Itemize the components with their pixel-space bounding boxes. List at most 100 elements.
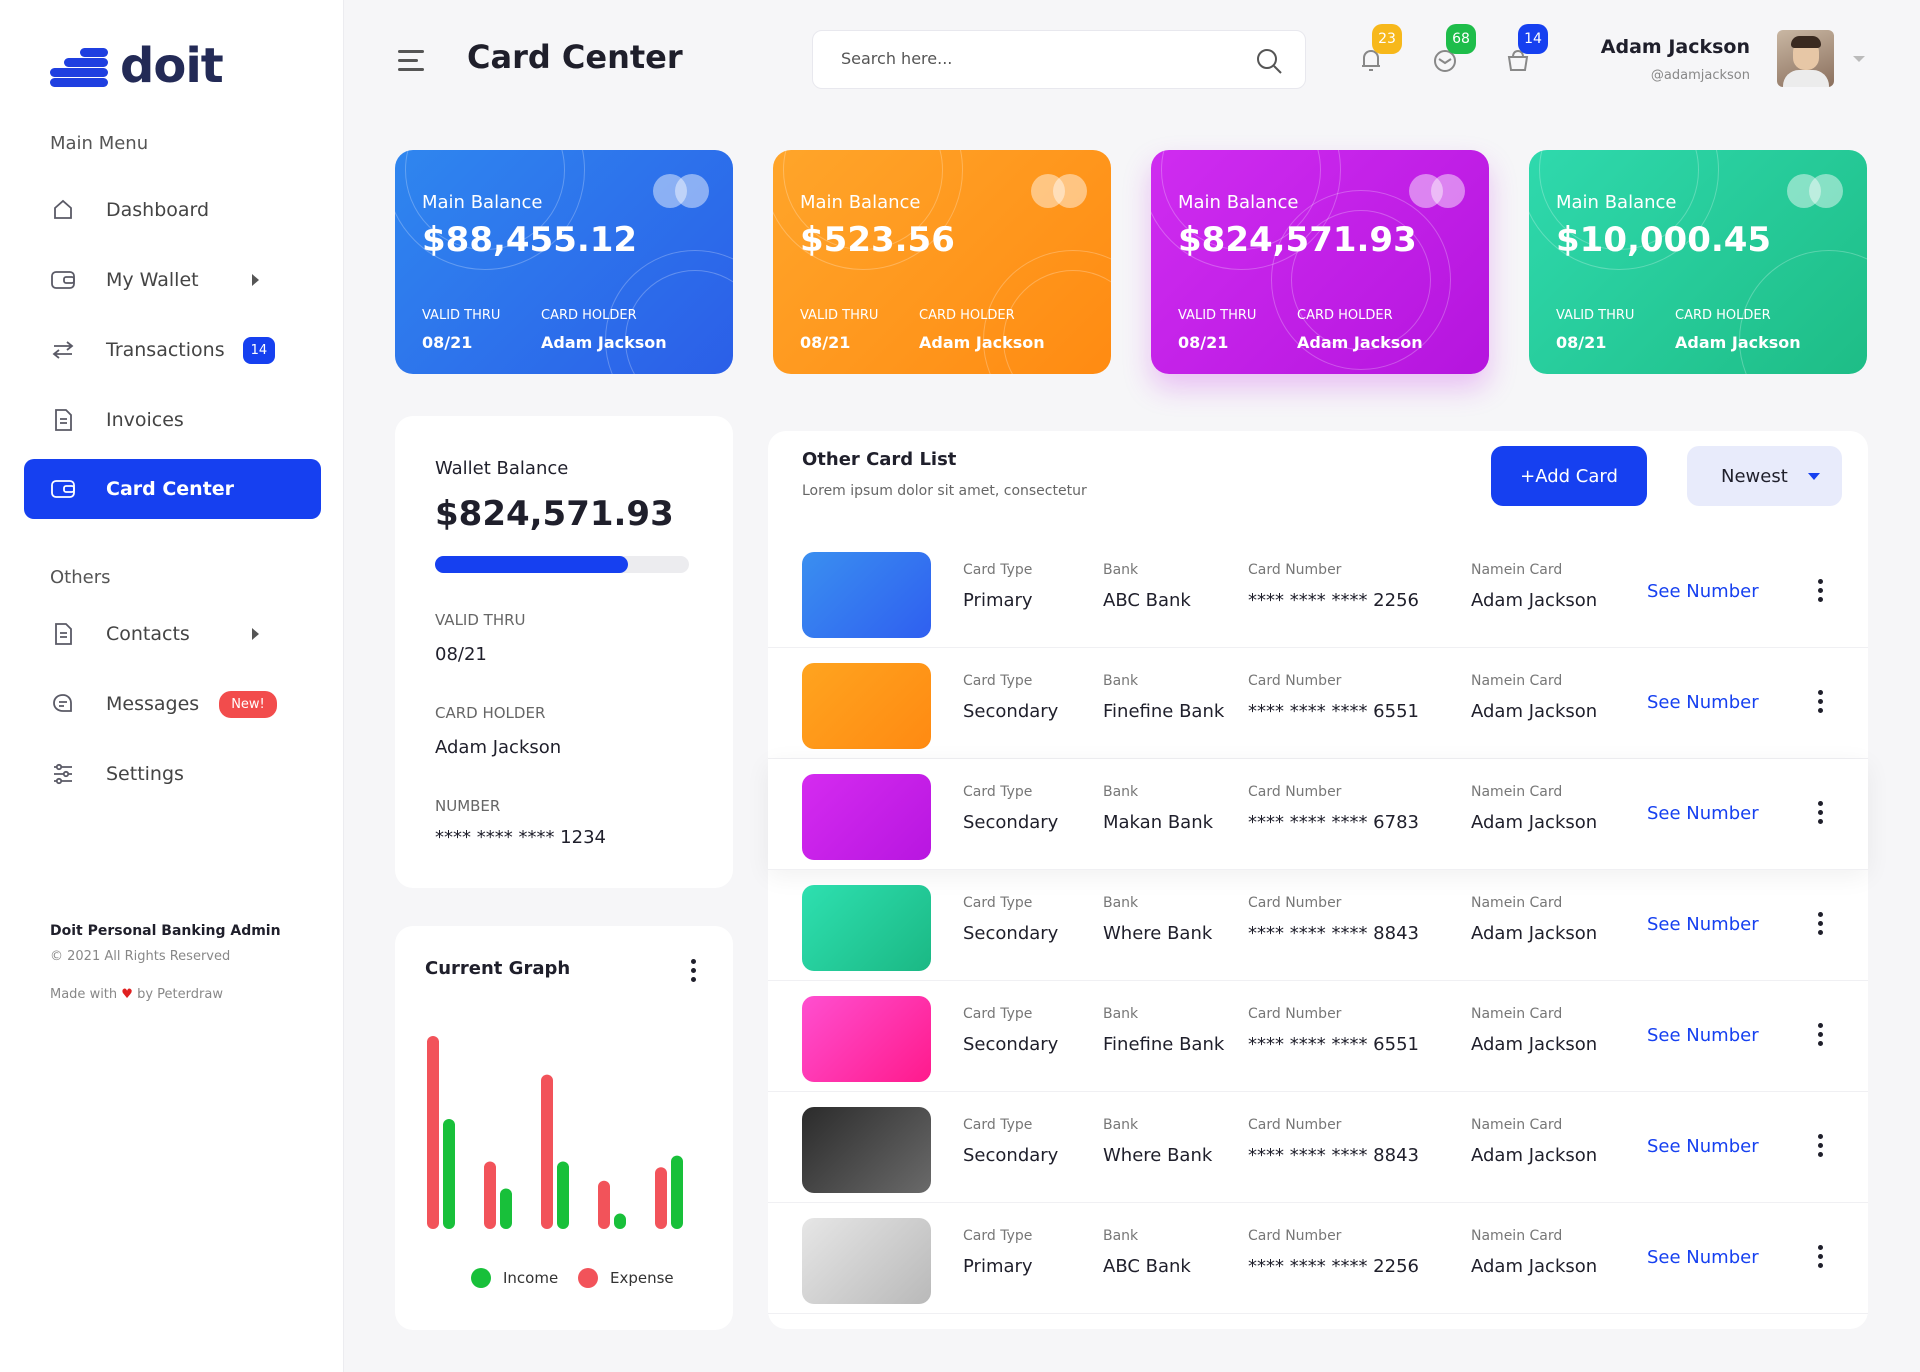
bank-value: Finefine Bank	[1103, 701, 1225, 722]
card-type-label: Card Type	[963, 895, 1033, 911]
name-on-card-value: Adam Jackson	[1471, 590, 1598, 611]
table-row[interactable]: Card Type Primary Bank ABC Bank Card Number *…	[768, 537, 1868, 648]
more-options-icon[interactable]	[1818, 912, 1824, 939]
chevron-down-icon[interactable]	[1853, 56, 1865, 62]
card-type-label: Card Type	[963, 673, 1033, 689]
see-number-link[interactable]: See Number	[1647, 581, 1759, 602]
income-bar	[557, 1161, 569, 1229]
sidebar: doit Main Menu Dashboard My Wallet Trans…	[0, 0, 344, 1372]
table-row[interactable]: Card Type Secondary Bank Makan Bank Card Num…	[768, 759, 1868, 870]
search-icon[interactable]	[1255, 47, 1283, 75]
message-icon	[50, 691, 76, 717]
more-options-icon[interactable]	[1818, 690, 1824, 717]
card-type-value: Secondary	[963, 1145, 1059, 1166]
document-icon	[50, 407, 76, 433]
card-holder-value: Adam Jackson	[919, 333, 1045, 352]
card-holder-label: CARD HOLDER	[1297, 308, 1393, 323]
bank-label: Bank	[1103, 1117, 1139, 1133]
more-options-icon[interactable]	[1818, 1023, 1824, 1050]
card-type-value: Secondary	[963, 701, 1059, 722]
see-number-link[interactable]: See Number	[1647, 1136, 1759, 1157]
card-type-value: Secondary	[963, 812, 1059, 833]
expense-bar	[427, 1036, 439, 1229]
name-on-card-value: Adam Jackson	[1471, 812, 1598, 833]
card-number-label: Card Number	[1248, 1006, 1342, 1022]
bank-label: Bank	[1103, 1006, 1139, 1022]
name-on-card-label: Namein Card	[1471, 562, 1563, 578]
balance-value: $824,571.93	[1178, 220, 1417, 260]
graph-title: Current Graph	[425, 958, 571, 979]
name-on-card-label: Namein Card	[1471, 1006, 1563, 1022]
user-name[interactable]: Adam Jackson	[1601, 36, 1750, 58]
income-bar	[614, 1213, 626, 1229]
balance-card[interactable]: Main Balance $523.56 VALID THRU 08/21 CA…	[773, 150, 1111, 374]
more-options-icon[interactable]	[1818, 579, 1824, 606]
card-type-label: Card Type	[963, 562, 1033, 578]
other-card-list-panel: Other Card List Lorem ipsum dolor sit am…	[768, 431, 1868, 1329]
card-holder-value: Adam Jackson	[1297, 333, 1423, 352]
card-holder-value: Adam Jackson	[435, 737, 562, 758]
more-options-icon[interactable]	[1818, 1134, 1824, 1161]
name-on-card-label: Namein Card	[1471, 895, 1563, 911]
sidebar-item-settings[interactable]: Settings	[24, 744, 321, 804]
logo[interactable]: doit	[50, 38, 224, 94]
balance-value: $523.56	[800, 220, 955, 260]
balance-label: Main Balance	[1178, 192, 1299, 213]
sidebar-item-contacts[interactable]: Contacts	[24, 604, 321, 664]
avatar[interactable]	[1777, 30, 1834, 87]
card-number-value: **** **** **** 8843	[1248, 1145, 1419, 1166]
home-icon	[50, 197, 76, 223]
footer-made-suffix: by Peterdraw	[137, 987, 223, 1002]
search-box	[812, 30, 1306, 89]
sidebar-item-label: Contacts	[106, 623, 190, 645]
see-number-link[interactable]: See Number	[1647, 1247, 1759, 1268]
table-row[interactable]: Card Type Secondary Bank Finefine Bank Card …	[768, 648, 1868, 759]
bank-value: ABC Bank	[1103, 590, 1191, 611]
card-type-value: Secondary	[963, 923, 1059, 944]
sidebar-item-label: Card Center	[106, 478, 235, 500]
sidebar-item-dashboard[interactable]: Dashboard	[24, 180, 321, 240]
logo-icon	[50, 44, 108, 88]
sidebar-item-transactions[interactable]: Transactions 14	[24, 320, 321, 380]
contacts-icon	[50, 621, 76, 647]
sidebar-item-label: Dashboard	[106, 199, 210, 221]
table-row[interactable]: Card Type Primary Bank ABC Bank Card Number *…	[768, 1203, 1868, 1314]
sidebar-item-card-center[interactable]: Card Center	[24, 459, 321, 519]
orders-badge: 14	[1518, 24, 1548, 54]
see-number-link[interactable]: See Number	[1647, 692, 1759, 713]
see-number-link[interactable]: See Number	[1647, 914, 1759, 935]
footer-made-with: Made with ♥ by Peterdraw	[50, 987, 223, 1002]
valid-thru-label: VALID THRU	[1178, 308, 1257, 323]
others-label: Others	[50, 567, 111, 588]
more-options-icon[interactable]	[691, 959, 697, 986]
balance-label: Main Balance	[1556, 192, 1677, 213]
card-type-value: Primary	[963, 590, 1033, 611]
table-row[interactable]: Card Type Secondary Bank Finefine Bank Card …	[768, 981, 1868, 1092]
sort-dropdown[interactable]: Newest	[1687, 446, 1842, 506]
sidebar-item-messages[interactable]: Messages New!	[24, 674, 321, 734]
income-bar	[500, 1188, 512, 1229]
footer-made-prefix: Made with	[50, 987, 118, 1002]
balance-card[interactable]: Main Balance $10,000.45 VALID THRU 08/21…	[1529, 150, 1867, 374]
sidebar-item-my-wallet[interactable]: My Wallet	[24, 250, 321, 310]
sidebar-item-label: My Wallet	[106, 269, 199, 291]
bank-value: Makan Bank	[1103, 812, 1214, 833]
card-holder-value: Adam Jackson	[541, 333, 667, 352]
sort-value: Newest	[1721, 465, 1788, 487]
balance-card[interactable]: Main Balance $824,571.93 VALID THRU 08/2…	[1151, 150, 1489, 374]
see-number-link[interactable]: See Number	[1647, 1025, 1759, 1046]
card-swatch	[802, 1107, 931, 1193]
menu-toggle-icon[interactable]	[398, 50, 424, 77]
search-input[interactable]	[841, 49, 1221, 68]
balance-card[interactable]: Main Balance $88,455.12 VALID THRU 08/21…	[395, 150, 733, 374]
more-options-icon[interactable]	[1818, 1245, 1824, 1272]
see-number-link[interactable]: See Number	[1647, 803, 1759, 824]
user-handle: @adamjackson	[1650, 68, 1750, 83]
card-holder-label: CARD HOLDER	[435, 704, 546, 722]
sidebar-item-invoices[interactable]: Invoices	[24, 390, 321, 450]
table-row[interactable]: Card Type Secondary Bank Where Bank Card Num…	[768, 1092, 1868, 1203]
add-card-button[interactable]: +Add Card	[1491, 446, 1647, 506]
table-row[interactable]: Card Type Secondary Bank Where Bank Card Num…	[768, 870, 1868, 981]
expense-bar	[484, 1161, 496, 1229]
more-options-icon[interactable]	[1818, 801, 1824, 828]
